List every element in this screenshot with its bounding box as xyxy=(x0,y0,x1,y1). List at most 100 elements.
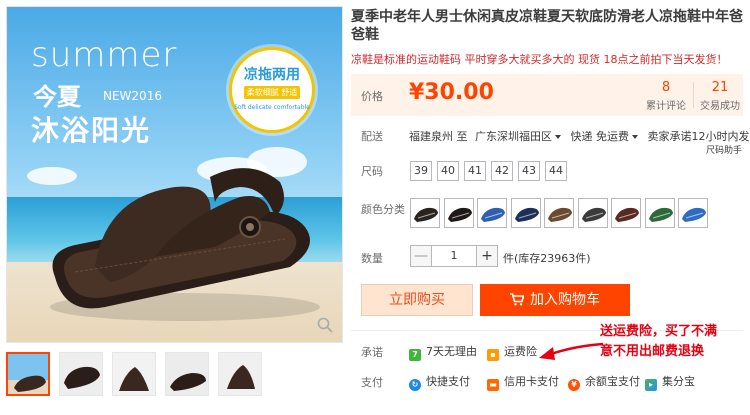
reviews-stat[interactable]: 8 累计评论 xyxy=(641,80,691,112)
quantity-decrement-button[interactable]: — xyxy=(410,245,432,267)
badge-subtitle: 柔软细腻 舒适 xyxy=(244,86,300,99)
quantity-label: 数量 xyxy=(361,252,383,265)
quantity-input[interactable]: 1 xyxy=(431,245,477,267)
delivery-express-label: 快递 免运费 xyxy=(570,130,630,143)
size-label: 尺码 xyxy=(361,165,383,178)
promise-7day-return[interactable]: 7 7天无理由 xyxy=(409,343,477,361)
sandal-swatch-icon xyxy=(615,207,639,222)
color-option-2[interactable] xyxy=(443,198,474,228)
quantity-increment-button[interactable]: + xyxy=(476,245,498,267)
payment-yuebao[interactable]: ¥ 余额宝支付 xyxy=(568,373,640,391)
sales-stat: 21 交易成功 xyxy=(695,80,745,112)
add-to-cart-button[interactable]: 加入购物车 xyxy=(480,284,630,316)
delivery-promise: 卖家承诺12小时内发货 xyxy=(647,130,750,143)
payment-yuebao-label: 余额宝支付 xyxy=(585,375,640,388)
badge-english: Soft delicate comfortable xyxy=(234,104,310,111)
sandal-swatch-icon xyxy=(648,207,673,222)
color-option-4[interactable] xyxy=(510,198,541,228)
thumbnail-3[interactable] xyxy=(112,352,156,396)
seven-day-icon: 7 xyxy=(409,349,421,361)
size-option-44[interactable]: 44 xyxy=(545,161,567,181)
delivery-label: 配送 xyxy=(361,130,383,143)
color-option-5[interactable] xyxy=(544,198,574,228)
thumbnail-5[interactable] xyxy=(218,352,262,396)
main-product-image[interactable]: summer 今夏 NEW2016 沐浴阳光 凉拖两用 柔软细腻 舒适 Soft… xyxy=(6,6,343,343)
size-option-42[interactable]: 42 xyxy=(491,161,513,181)
product-subtitle: 凉鞋是标准的运动鞋码 平时穿多大就买多大的 现货 18点之前拍下当天发货！ xyxy=(351,53,728,66)
price-value: ¥30.00 xyxy=(409,80,494,105)
payment-label: 支付 xyxy=(361,376,383,389)
size-option-43[interactable]: 43 xyxy=(518,161,540,181)
sales-count: 21 xyxy=(711,80,729,95)
thumbnail-image xyxy=(166,353,208,395)
promise-7day-label: 7天无理由 xyxy=(426,345,477,358)
delivery-from: 福建泉州 至 xyxy=(409,130,468,143)
buy-now-button[interactable]: 立即购买 xyxy=(361,284,473,316)
color-option-1[interactable] xyxy=(410,198,440,228)
sandal-swatch-icon xyxy=(514,207,539,222)
thumbnail-4[interactable] xyxy=(165,352,209,396)
annotation-line1: 送运费险，买了不满 xyxy=(600,324,718,339)
jifenbao-icon: ▸ xyxy=(645,379,657,391)
insurance-icon: ▪ xyxy=(487,349,499,361)
credit-card-icon: ▬ xyxy=(487,379,499,391)
size-option-41[interactable]: 41 xyxy=(464,161,486,181)
size-option-40[interactable]: 40 xyxy=(437,161,459,181)
delivery-to: 广东深圳福田区 xyxy=(475,130,552,143)
size-helper-link[interactable]: 尺码助手 xyxy=(706,143,742,156)
banner-line1: 今夏 xyxy=(33,83,81,111)
reviews-count: 8 xyxy=(661,80,671,95)
color-option-3[interactable] xyxy=(477,198,507,228)
add-to-cart-label: 加入购物车 xyxy=(530,292,600,308)
stock-info: 件(库存23963件) xyxy=(503,252,591,265)
color-option-6[interactable] xyxy=(577,198,608,228)
badge-title: 凉拖两用 xyxy=(244,67,300,83)
sandal-swatch-icon xyxy=(447,207,472,222)
delivery-express[interactable]: 快递 免运费 xyxy=(571,130,645,143)
yuebao-icon: ¥ xyxy=(568,379,580,391)
thumbnail-2[interactable] xyxy=(59,352,103,396)
sales-label: 交易成功 xyxy=(700,101,740,112)
delivery-info: 福建泉州 至 广东深圳福田区 快递 免运费 卖家承诺12小时内发货 xyxy=(409,128,750,144)
color-option-8[interactable] xyxy=(644,198,675,228)
chevron-down-icon xyxy=(632,134,638,139)
payment-credit-card[interactable]: ▬ 信用卡支付 xyxy=(487,373,559,391)
color-option-9[interactable] xyxy=(678,198,708,228)
promise-label: 承诺 xyxy=(361,346,383,359)
sandal-swatch-icon xyxy=(481,207,505,222)
promise-insurance-label: 运费险 xyxy=(504,345,537,358)
payment-jifenbao-label: 集分宝 xyxy=(662,375,695,388)
payment-quick[interactable]: ↻ 快捷支付 xyxy=(409,373,470,391)
product-title: 夏季中老年人男士休闲真皮凉鞋夏天软底防滑老人凉拖鞋中年爸爸鞋 xyxy=(351,9,743,43)
sandal-swatch-icon xyxy=(548,207,572,222)
thumbnail-image xyxy=(8,354,48,394)
size-option-39[interactable]: 39 xyxy=(410,161,432,181)
feature-badge: 凉拖两用 柔软细腻 舒适 Soft delicate comfortable xyxy=(229,47,315,133)
quick-pay-icon: ↻ xyxy=(409,379,421,391)
payment-quick-label: 快捷支付 xyxy=(426,375,470,388)
thumbnail-image xyxy=(113,353,155,395)
stat-divider xyxy=(693,82,694,108)
cart-icon xyxy=(510,293,525,306)
color-label: 颜色分类 xyxy=(361,203,405,216)
reviews-label: 累计评论 xyxy=(646,101,686,112)
annotation-arrow-icon xyxy=(539,342,604,360)
payment-credit-label: 信用卡支付 xyxy=(504,375,559,388)
price-panel: 价格 ¥30.00 8 累计评论 21 交易成功 xyxy=(351,74,743,116)
annotation-line2: 意不用出邮费退换 xyxy=(600,344,705,359)
sandal-swatch-icon xyxy=(581,207,606,222)
sandal-swatch-icon xyxy=(682,207,706,222)
banner-line2: 沐浴阳光 xyxy=(31,114,152,147)
banner-new-tag: NEW2016 xyxy=(103,89,162,103)
thumbnail-1[interactable] xyxy=(6,352,50,396)
thumbnail-image xyxy=(219,353,261,395)
sandal-swatch-icon xyxy=(414,207,438,222)
sandal-image xyxy=(50,168,320,321)
payment-jifenbao[interactable]: ▸ 集分宝 xyxy=(645,373,695,391)
thumbnail-image xyxy=(60,353,102,395)
zoom-icon[interactable] xyxy=(316,316,334,334)
promise-shipping-insurance[interactable]: ▪ 运费险 xyxy=(487,343,537,361)
color-option-7[interactable] xyxy=(611,198,641,228)
delivery-destination[interactable]: 广东深圳福田区 xyxy=(471,130,567,143)
annotation-note: 送运费险，买了不满 意不用出邮费退换 xyxy=(600,322,750,362)
